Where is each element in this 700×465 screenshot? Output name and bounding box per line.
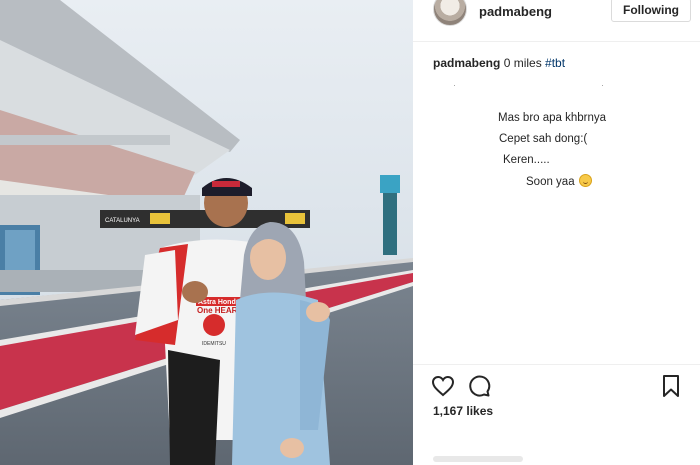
caption-line-4: Soon yaa [526, 174, 592, 188]
post-username[interactable]: padmabeng [479, 4, 552, 19]
heart-icon[interactable] [431, 374, 455, 398]
likes-count[interactable]: 1,167 likes [433, 404, 493, 418]
post-photo[interactable]: CATALUNYA Astra Honda One HEART. IDEMITS… [0, 0, 413, 465]
bookmark-icon[interactable] [659, 374, 683, 398]
post-caption: padmabeng 0 miles #tbt [433, 56, 565, 70]
caption-line-3: Keren..... [503, 154, 550, 166]
caption-text: 0 miles [503, 56, 542, 70]
jacket-sponsor-text: IDEMITSU [202, 341, 226, 347]
grinning-emoji-icon [578, 174, 592, 187]
caption-line-2: Cepet sah dong:( [499, 133, 588, 145]
jacket-brand-text: Astra Honda [198, 299, 240, 306]
following-button[interactable]: Following [611, 0, 691, 22]
comment-bubble-icon[interactable] [467, 374, 491, 398]
actions-divider [413, 364, 700, 365]
banner-text: CATALUNYA [105, 218, 140, 224]
caption-hashtag[interactable]: #tbt [545, 56, 565, 70]
post-detail-panel: padmabeng Following padmabeng 0 miles #t… [413, 0, 700, 465]
avatar[interactable] [433, 0, 467, 26]
photo-scene: CATALUNYA Astra Honda One HEART. IDEMITS… [0, 0, 413, 465]
post-timestamp-faded [433, 456, 523, 462]
post-header: padmabeng Following [413, 0, 700, 42]
caption-line-1: Mas bro apa khbrnya [498, 112, 607, 124]
caption-dot: · [601, 80, 604, 90]
caption-username[interactable]: padmabeng [433, 56, 500, 70]
caption-line-4-text: Soon yaa [526, 176, 575, 188]
caption-dot: · [453, 80, 456, 90]
